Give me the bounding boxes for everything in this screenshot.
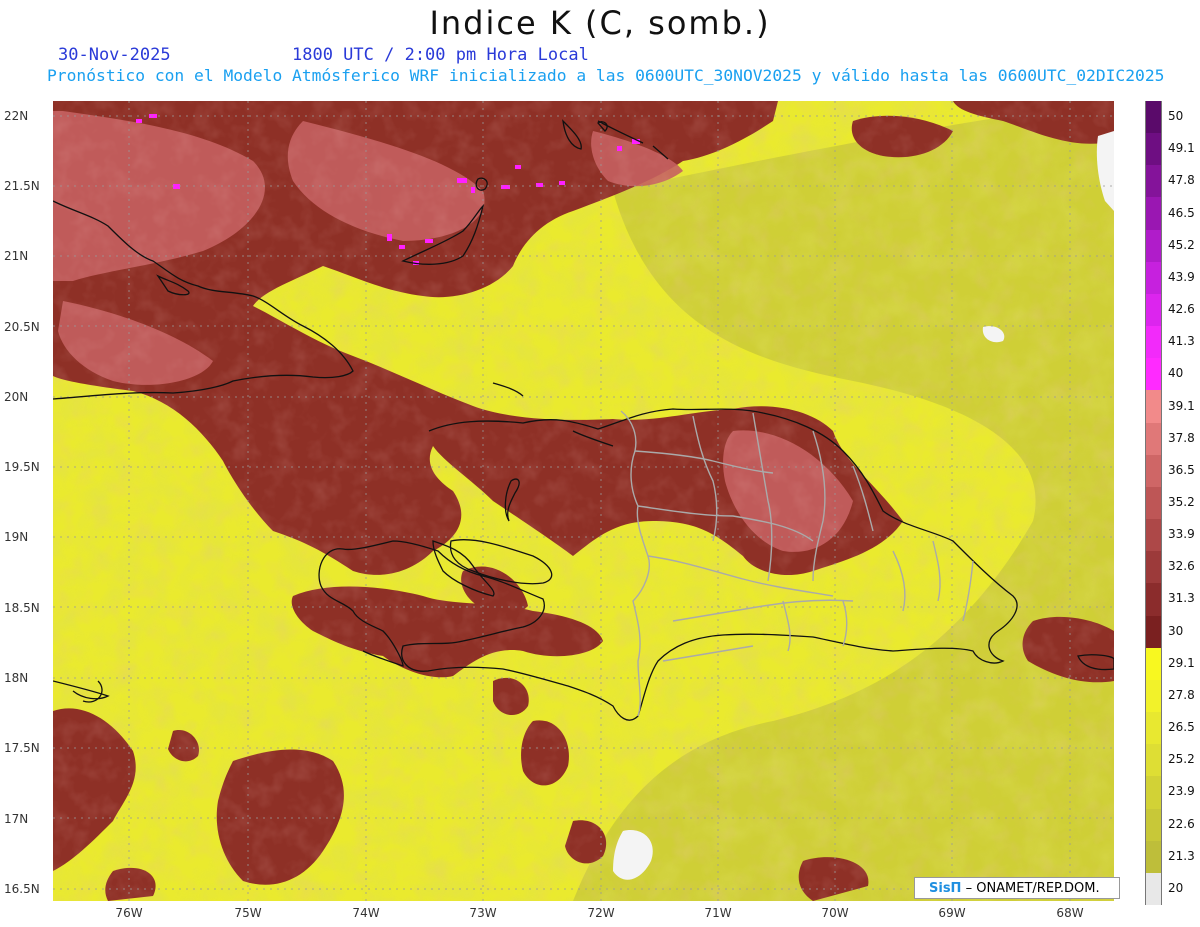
colorbar-segment — [1145, 293, 1162, 327]
colorbar-segment — [1145, 326, 1162, 359]
colorbar-tick-label: 21.3 — [1168, 848, 1195, 863]
colorbar-segment — [1145, 647, 1162, 680]
lat-label: 19N — [4, 530, 29, 544]
lat-label: 17N — [4, 812, 29, 826]
colorbar-tick-label: 41.3 — [1168, 334, 1195, 349]
colorbar-segment — [1145, 261, 1162, 294]
colorbar-segment — [1145, 454, 1162, 487]
lat-label: 19.5N — [4, 460, 40, 474]
colorbar-tick-label: 46.5 — [1168, 205, 1195, 220]
colorbar-segment — [1145, 872, 1162, 905]
noise-brown — [53, 101, 1114, 901]
colorbar-tick-label: 20 — [1168, 880, 1184, 895]
colorbar-tick-label: 25.2 — [1168, 752, 1195, 767]
lon-label: 75W — [234, 906, 262, 920]
forecast-date: 30-Nov-2025 — [58, 45, 171, 65]
colorbar-segment — [1145, 776, 1162, 809]
lon-label: 76W — [115, 906, 143, 920]
colorbar-segment — [1145, 712, 1162, 745]
colorbar-tick-label: 29.1 — [1168, 655, 1195, 670]
colorbar-segment — [1145, 165, 1162, 198]
forecast-time: 1800 UTC / 2:00 pm Hora Local — [292, 45, 589, 65]
lon-label: 73W — [469, 906, 497, 920]
colorbar-segment — [1145, 840, 1162, 873]
colorbar-segment — [1145, 808, 1162, 841]
map-canvas — [53, 101, 1114, 901]
colorbar-tick-label: 30 — [1168, 623, 1184, 638]
colorbar-segment — [1145, 679, 1162, 713]
colorbar-segment — [1145, 229, 1162, 262]
colorbar-tick-label: 37.8 — [1168, 430, 1195, 445]
colorbar-tick-label: 36.5 — [1168, 462, 1195, 477]
colorbar-tick-label: 49.1 — [1168, 141, 1195, 156]
colorbar-segment — [1145, 358, 1162, 391]
colorbar-segment — [1145, 519, 1162, 552]
lat-label: 18.5N — [4, 601, 40, 615]
lat-label: 16.5N — [4, 882, 40, 896]
colorbar-tick-label: 39.1 — [1168, 398, 1195, 413]
colorbar-segment — [1145, 101, 1162, 134]
lon-label: 71W — [704, 906, 732, 920]
colorbar-tick-label: 40 — [1168, 366, 1184, 381]
colorbar-tick-label: 31.3 — [1168, 591, 1195, 606]
lat-label: 20.5N — [4, 320, 40, 334]
credit-box: SisΠ – ONAMET/REP.DOM. — [914, 877, 1120, 899]
colorbar-segment — [1145, 583, 1162, 616]
colorbar-tick-label: 22.6 — [1168, 816, 1195, 831]
colorbar-segment — [1145, 133, 1162, 166]
colorbar-segment — [1145, 197, 1162, 230]
lat-label: 18N — [4, 671, 29, 685]
colorbar-tick-label: 47.8 — [1168, 173, 1195, 188]
sispi-logo: SisΠ — [929, 881, 962, 896]
colorbar-tick-label: 45.2 — [1168, 237, 1195, 252]
colorbar-tick-label: 50 — [1168, 109, 1184, 124]
colorbar-tick-label: 23.9 — [1168, 784, 1195, 799]
colorbar-tick-label: 27.8 — [1168, 687, 1195, 702]
colorbar — [1145, 101, 1162, 905]
lat-label: 21N — [4, 249, 29, 263]
colorbar-tick-label: 32.6 — [1168, 559, 1195, 574]
chart-title: Indice K (C, somb.) — [429, 4, 771, 42]
lon-label: 74W — [352, 906, 380, 920]
colorbar-tick-label: 42.6 — [1168, 302, 1195, 317]
lon-label: 70W — [821, 906, 849, 920]
lon-label: 69W — [938, 906, 966, 920]
lat-label: 17.5N — [4, 741, 40, 755]
model-info: Pronóstico con el Modelo Atmósferico WRF… — [47, 66, 1165, 85]
colorbar-segment — [1145, 486, 1162, 520]
colorbar-segment — [1145, 744, 1162, 777]
credit-text: – ONAMET/REP.DOM. — [965, 881, 1100, 896]
colorbar-tick-label: 43.9 — [1168, 269, 1195, 284]
lat-label: 22N — [4, 109, 29, 123]
lon-label: 68W — [1056, 906, 1084, 920]
colorbar-segment — [1145, 615, 1162, 648]
lon-label: 72W — [587, 906, 615, 920]
colorbar-segment — [1145, 422, 1162, 455]
colorbar-tick-label: 35.2 — [1168, 495, 1195, 509]
colorbar-tick-label: 26.5 — [1168, 720, 1195, 735]
lat-label: 21.5N — [4, 179, 40, 193]
colorbar-tick-label: 33.9 — [1168, 527, 1195, 542]
colorbar-segment — [1145, 390, 1162, 423]
colorbar-segment — [1145, 551, 1162, 584]
lat-label: 20N — [4, 390, 29, 404]
